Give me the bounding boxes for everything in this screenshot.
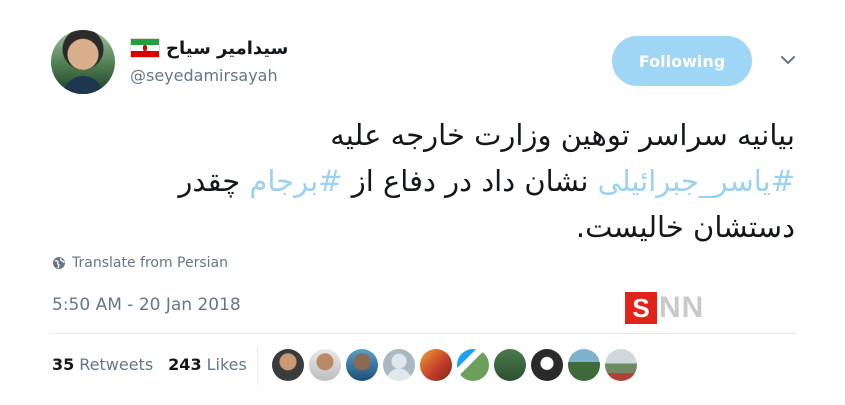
snn-logo-text: NN xyxy=(659,291,705,324)
liker-avatars xyxy=(272,349,642,381)
liker-avatar[interactable] xyxy=(568,349,600,381)
retweets-count: 35 xyxy=(52,355,75,374)
stats-divider xyxy=(257,347,258,385)
chevron-down-icon[interactable] xyxy=(779,51,797,69)
translate-link[interactable]: Translate from Persian xyxy=(52,255,228,271)
tweet-text: بیانیه سراسر توهین وزارت خارجه علیه #یاس… xyxy=(60,112,795,250)
liker-avatar[interactable] xyxy=(605,349,637,381)
liker-avatar[interactable] xyxy=(531,349,563,381)
liker-avatar[interactable] xyxy=(457,349,489,381)
liker-avatar[interactable] xyxy=(494,349,526,381)
tweet-stats: 35 Retweets 243 Likes xyxy=(52,355,262,374)
hashtag-link[interactable]: #یاسر_جبرائیلی xyxy=(598,164,795,198)
globe-icon xyxy=(53,257,65,269)
likes-count: 243 xyxy=(168,355,202,374)
retweets-stat[interactable]: 35 Retweets xyxy=(52,355,153,374)
likes-stat[interactable]: 243 Likes xyxy=(168,355,247,374)
tweet-line-1: بیانیه سراسر توهین وزارت خارجه علیه xyxy=(330,118,795,152)
translate-label[interactable]: Translate from Persian xyxy=(72,255,228,271)
liker-avatar[interactable] xyxy=(346,349,378,381)
liker-avatar[interactable] xyxy=(309,349,341,381)
hashtag-link[interactable]: #برجام xyxy=(249,164,342,198)
avatar-shirt xyxy=(63,76,103,94)
tweet-line-3: دستشان خالیست. xyxy=(575,210,795,244)
author-avatar[interactable] xyxy=(51,30,115,94)
tweet-timestamp[interactable]: 5:50 AM - 20 Jan 2018 xyxy=(52,295,241,315)
liker-avatar[interactable] xyxy=(420,349,452,381)
author-name-row[interactable]: سیدامیر سیاح xyxy=(130,36,288,60)
tweet-text-segment: نشان داد در دفاع از xyxy=(342,164,598,198)
tweet-text-segment: چقدر xyxy=(178,164,250,198)
snn-watermark: S NN xyxy=(625,292,845,326)
liker-avatar[interactable] xyxy=(272,349,304,381)
likes-label: Likes xyxy=(206,355,247,374)
tweet-line-2: #یاسر_جبرائیلی نشان داد در دفاع از #برجا… xyxy=(60,158,795,204)
divider xyxy=(50,333,796,334)
author-display-name[interactable]: سیدامیر سیاح xyxy=(166,38,288,59)
liker-avatar[interactable] xyxy=(383,349,415,381)
following-button[interactable]: Following xyxy=(612,36,752,86)
iran-flag-icon xyxy=(130,38,160,58)
author-handle[interactable]: @seyedamirsayah xyxy=(130,66,278,85)
retweets-label: Retweets xyxy=(79,355,154,374)
snn-logo-s: S xyxy=(625,292,657,324)
